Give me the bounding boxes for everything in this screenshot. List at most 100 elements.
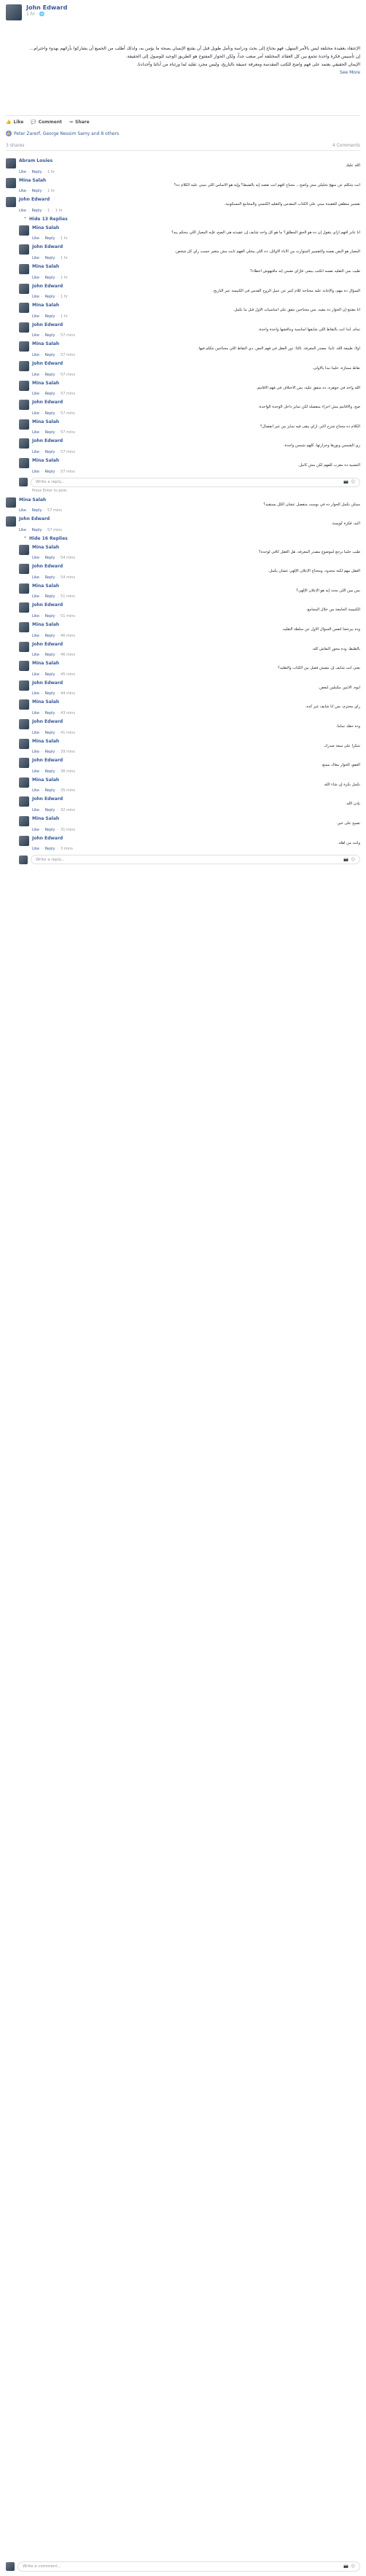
commenter-name[interactable]: Mina Salah — [32, 777, 360, 783]
commenter-name[interactable]: Mina Salah — [32, 739, 360, 744]
comment-time[interactable]: 31 mins — [61, 828, 75, 832]
hide-replies-button[interactable]: ⌃ Hide 16 Replies — [23, 536, 360, 541]
comment-reply-link[interactable]: Reply — [45, 594, 55, 599]
comment-like-link[interactable]: Like — [32, 847, 39, 851]
commenter-name[interactable]: John Edward — [32, 836, 360, 841]
comment-like-link[interactable]: Like — [32, 411, 39, 416]
comment-reply-link[interactable]: Reply — [45, 470, 55, 474]
commenter-name[interactable]: Mina Salah — [32, 545, 360, 550]
commenter-name[interactable]: John Edward — [19, 197, 360, 202]
comment-time[interactable]: 57 mins — [47, 528, 62, 532]
share-button[interactable]: ↪ Share — [69, 120, 90, 125]
commenter-avatar[interactable] — [19, 380, 29, 391]
commenter-avatar[interactable] — [6, 497, 16, 508]
comment-reply-link[interactable]: Reply — [45, 808, 55, 812]
comment-reply-link[interactable]: Reply — [45, 411, 55, 416]
comment-time[interactable]: 57 mins — [61, 333, 75, 338]
comment-reply-link[interactable]: Reply — [45, 788, 55, 793]
camera-icon[interactable]: 📷 — [343, 858, 349, 862]
commenter-name[interactable]: Mina Salah — [32, 381, 360, 386]
commenter-name[interactable]: Mina Salah — [32, 458, 360, 463]
comment-reply-link[interactable]: Reply — [45, 672, 55, 677]
comment-like-link[interactable]: Like — [32, 653, 39, 657]
comment-reply-link[interactable]: Reply — [45, 828, 55, 832]
comment-time[interactable]: 39 mins — [61, 750, 75, 754]
commenter-avatar[interactable] — [19, 835, 29, 846]
commenter-avatar[interactable] — [19, 341, 29, 352]
commenter-name[interactable]: Mina Salah — [32, 583, 360, 589]
commenter-name[interactable]: Mina Salah — [32, 622, 360, 627]
commenter-avatar[interactable] — [19, 360, 29, 371]
comment-like-link[interactable]: Like — [32, 556, 39, 560]
comment-like-link[interactable]: Like — [32, 333, 39, 338]
comment-reply-link[interactable]: Reply — [45, 731, 55, 735]
comment-time[interactable]: 46 mins — [61, 634, 75, 638]
comment-like-link[interactable]: Like — [32, 750, 39, 754]
shares-count[interactable]: 3 shares — [6, 143, 24, 148]
comment-like-link[interactable]: Like — [32, 430, 39, 435]
comment-time[interactable]: 1 hr — [61, 276, 68, 280]
comment-time[interactable]: 57 mins — [61, 392, 75, 396]
comment-time[interactable]: 1 hr — [61, 236, 68, 241]
comment-time[interactable]: 1 hr — [61, 314, 68, 319]
comment-time[interactable]: 41 mins — [61, 731, 75, 735]
comment-reply-link[interactable]: Reply — [32, 189, 42, 193]
comment-reply-link[interactable]: Reply — [45, 353, 55, 357]
commenter-avatar[interactable] — [19, 564, 29, 575]
comment-time[interactable]: 57 mins — [47, 508, 62, 513]
comment-reply-link[interactable]: Reply — [45, 556, 55, 560]
commenter-name[interactable]: Mina Salah — [19, 497, 360, 503]
comment-time[interactable]: 32 mins — [61, 808, 75, 812]
commenter-avatar[interactable] — [19, 796, 29, 807]
commenter-avatar[interactable] — [19, 816, 29, 826]
commenter-name[interactable]: Mina Salah — [32, 341, 360, 346]
comments-count[interactable]: 4 Comments — [332, 143, 360, 148]
comment-like-link[interactable]: Like — [32, 711, 39, 715]
camera-icon[interactable]: 📷 — [343, 480, 349, 484]
author-avatar[interactable] — [6, 4, 22, 20]
commenter-name[interactable]: John Edward — [32, 719, 360, 724]
comment-reply-link[interactable]: Reply — [45, 373, 55, 377]
comment-like-link[interactable]: Like — [32, 769, 39, 774]
comment-reply-link[interactable]: Reply — [45, 634, 55, 638]
commenter-name[interactable]: John Edward — [32, 400, 360, 405]
commenter-avatar[interactable] — [19, 719, 29, 730]
post-time[interactable]: 1 hr — [26, 12, 35, 17]
write-reply-input[interactable]: Write a reply... 📷 ☺ — [31, 855, 360, 865]
smiley-icon[interactable]: ☺ — [351, 2564, 355, 2569]
comment-like-link[interactable]: Like — [32, 575, 39, 580]
commenter-avatar[interactable] — [19, 641, 29, 652]
comment-time[interactable]: 57 mins — [61, 430, 75, 435]
comment-like-link[interactable]: Like — [32, 314, 39, 319]
comment-like-link[interactable]: Like — [32, 594, 39, 599]
comment-like-link[interactable]: Like — [19, 189, 26, 193]
comment-like-link[interactable]: Like — [19, 528, 26, 532]
commenter-name[interactable]: Mina Salah — [32, 303, 360, 308]
commenter-name[interactable]: Mina Salah — [32, 264, 360, 269]
comment-reply-link[interactable]: Reply — [32, 170, 42, 174]
comment-like-link[interactable]: Like — [32, 672, 39, 677]
comment-reply-link[interactable]: Reply — [45, 653, 55, 657]
comment-like-link[interactable]: Like — [32, 256, 39, 260]
commenter-name[interactable]: Mina Salah — [32, 699, 360, 705]
comment-reply-link[interactable]: Reply — [32, 528, 42, 532]
comment-time[interactable]: 54 mins — [61, 575, 75, 580]
comment-like-link[interactable]: Like — [32, 276, 39, 280]
post-author-name[interactable]: John Edward — [26, 4, 67, 11]
comment-time[interactable]: 1 hr — [47, 170, 55, 174]
commenter-avatar[interactable] — [19, 583, 29, 594]
commenter-name[interactable]: John Edward — [32, 438, 360, 443]
smiley-icon[interactable]: ☺ — [351, 858, 355, 862]
comment-reply-link[interactable]: Reply — [45, 236, 55, 241]
commenter-avatar[interactable] — [19, 680, 29, 691]
commenter-avatar[interactable] — [19, 602, 29, 613]
commenter-name[interactable]: John Edward — [32, 758, 360, 763]
like-button[interactable]: 👍 Like — [6, 120, 23, 125]
comment-time[interactable]: 45 mins — [61, 672, 75, 677]
comment-reply-link[interactable]: Reply — [45, 256, 55, 260]
commenter-avatar[interactable] — [19, 661, 29, 672]
commenter-name[interactable]: Mina Salah — [32, 225, 360, 230]
hide-replies-button[interactable]: ⌃ Hide 13 Replies — [23, 217, 360, 222]
comment-like-link[interactable]: Like — [32, 828, 39, 832]
commenter-name[interactable]: John Edward — [19, 516, 360, 521]
